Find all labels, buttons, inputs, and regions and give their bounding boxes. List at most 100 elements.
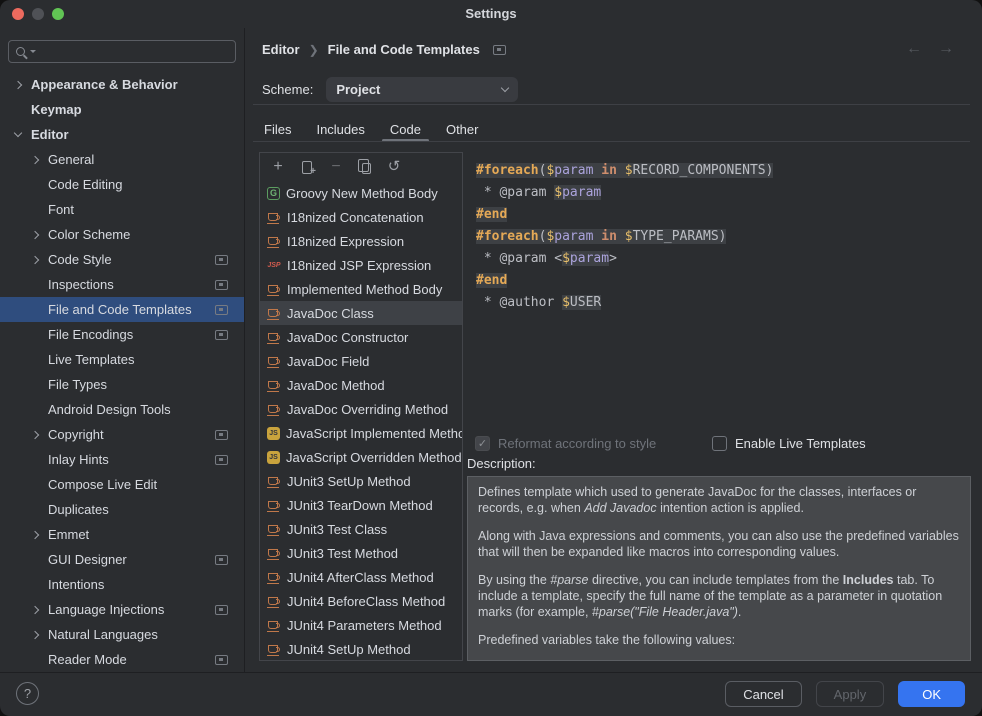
- sidebar-item-label: Compose Live Edit: [48, 477, 157, 492]
- reset-template-icon[interactable]: ↺: [386, 159, 402, 175]
- sidebar-item-live-templates[interactable]: Live Templates: [0, 347, 244, 372]
- ok-button[interactable]: OK: [898, 681, 965, 707]
- search-input[interactable]: [37, 44, 235, 59]
- tab-other[interactable]: Other: [437, 117, 488, 141]
- sidebar-item-editor[interactable]: Editor: [0, 122, 244, 147]
- tab-files[interactable]: Files: [255, 117, 300, 141]
- apply-button[interactable]: Apply: [816, 681, 885, 707]
- template-item[interactable]: JUnit3 TearDown Method: [260, 493, 462, 517]
- sidebar-item-emmet[interactable]: Emmet: [0, 522, 244, 547]
- template-item-label: JavaDoc Field: [287, 354, 369, 369]
- sidebar-item-label: Code Editing: [48, 177, 122, 192]
- chevron-down-icon: [501, 84, 509, 92]
- breadcrumb-separator-icon: ❯: [309, 43, 319, 57]
- sidebar-item-gui-designer[interactable]: GUI Designer: [0, 547, 244, 572]
- description-paragraph: Along with Java expressions and comments…: [478, 528, 960, 560]
- create-template-icon[interactable]: [299, 159, 315, 175]
- chevron-right-icon[interactable]: [30, 632, 48, 638]
- template-item-label: JavaScript Implemented Method: [286, 426, 462, 441]
- sidebar-item-intentions[interactable]: Intentions: [0, 572, 244, 597]
- scheme-select[interactable]: Project: [326, 77, 518, 102]
- sidebar-item-color-scheme[interactable]: Color Scheme: [0, 222, 244, 247]
- sidebar-item-file-encodings[interactable]: File Encodings: [0, 322, 244, 347]
- chevron-right-icon[interactable]: [30, 232, 48, 238]
- sidebar-item-inlay-hints[interactable]: Inlay Hints: [0, 447, 244, 472]
- sidebar-item-label: Android Design Tools: [48, 402, 171, 417]
- template-item[interactable]: JSJavaScript Implemented Method: [260, 421, 462, 445]
- template-item[interactable]: JSJavaScript Overridden Method: [260, 445, 462, 469]
- forward-button[interactable]: →: [938, 41, 954, 57]
- sidebar-item-reader-mode[interactable]: Reader Mode: [0, 647, 244, 672]
- cancel-button[interactable]: Cancel: [725, 681, 801, 707]
- template-item-label: JUnit4 Parameters Method: [287, 618, 442, 633]
- template-item-label: Groovy New Method Body: [286, 186, 438, 201]
- template-item[interactable]: JUnit3 Test Method: [260, 541, 462, 565]
- template-item[interactable]: I18nized Expression: [260, 229, 462, 253]
- sidebar-item-inspections[interactable]: Inspections: [0, 272, 244, 297]
- template-item[interactable]: JUnit3 Test Class: [260, 517, 462, 541]
- template-item[interactable]: JUnit4 BeforeClass Method: [260, 589, 462, 613]
- project-level-indicator-icon: [215, 255, 228, 265]
- sidebar-item-code-style[interactable]: Code Style: [0, 247, 244, 272]
- template-item[interactable]: I18nized Concatenation: [260, 205, 462, 229]
- chevron-right-icon[interactable]: [30, 432, 48, 438]
- chevron-right-icon[interactable]: [30, 257, 48, 263]
- template-item-label: JUnit4 BeforeClass Method: [287, 594, 445, 609]
- tab-includes[interactable]: Includes: [307, 117, 373, 141]
- java-file-icon: [267, 642, 281, 656]
- template-item[interactable]: Implemented Method Body: [260, 277, 462, 301]
- sidebar-item-duplicates[interactable]: Duplicates: [0, 497, 244, 522]
- sidebar-item-label: Keymap: [31, 102, 82, 117]
- project-level-indicator-icon: [215, 655, 228, 665]
- template-item[interactable]: JUnit4 AfterClass Method: [260, 565, 462, 589]
- search-options-chevron-icon[interactable]: [30, 50, 36, 53]
- settings-search-field[interactable]: [8, 40, 236, 63]
- template-item[interactable]: JavaDoc Constructor: [260, 325, 462, 349]
- sidebar-item-android-design-tools[interactable]: Android Design Tools: [0, 397, 244, 422]
- template-item[interactable]: JavaDoc Field: [260, 349, 462, 373]
- sidebar-item-keymap[interactable]: Keymap: [0, 97, 244, 122]
- duplicate-template-icon[interactable]: [357, 159, 373, 175]
- java-file-icon: [267, 522, 281, 536]
- breadcrumb-editor[interactable]: Editor: [262, 42, 300, 57]
- template-item-label: JUnit3 Test Class: [287, 522, 387, 537]
- add-template-icon[interactable]: +: [270, 159, 286, 175]
- template-item[interactable]: JUnit3 SetUp Method: [260, 469, 462, 493]
- sidebar-item-file-and-code-templates[interactable]: File and Code Templates: [0, 297, 244, 322]
- description-paragraph: By using the #parse directive, you can i…: [478, 572, 960, 620]
- template-editor[interactable]: #foreach($param in $RECORD_COMPONENTS) *…: [467, 155, 971, 430]
- groovy-file-icon: G: [267, 187, 280, 200]
- back-button[interactable]: ←: [906, 41, 922, 57]
- sidebar-item-code-editing[interactable]: Code Editing: [0, 172, 244, 197]
- help-button[interactable]: ?: [16, 682, 39, 705]
- template-item[interactable]: JavaDoc Class: [260, 301, 462, 325]
- sidebar-item-copyright[interactable]: Copyright: [0, 422, 244, 447]
- chevron-right-icon[interactable]: [30, 607, 48, 613]
- tab-code[interactable]: Code: [381, 117, 430, 141]
- template-item[interactable]: JavaDoc Overriding Method: [260, 397, 462, 421]
- sidebar-item-font[interactable]: Font: [0, 197, 244, 222]
- sidebar-item-label: Editor: [31, 127, 69, 142]
- template-item[interactable]: JUnit4 SetUp Method: [260, 637, 462, 661]
- template-item-label: Implemented Method Body: [287, 282, 442, 297]
- sidebar-item-appearance-behavior[interactable]: Appearance & Behavior: [0, 72, 244, 97]
- breadcrumb-file-and-code-templates[interactable]: File and Code Templates: [328, 42, 480, 57]
- chevron-right-icon[interactable]: [13, 82, 31, 88]
- sidebar-item-compose-live-edit[interactable]: Compose Live Edit: [0, 472, 244, 497]
- sidebar-item-file-types[interactable]: File Types: [0, 372, 244, 397]
- chevron-right-icon[interactable]: [30, 157, 48, 163]
- template-item[interactable]: JSPI18nized JSP Expression: [260, 253, 462, 277]
- template-item[interactable]: G Groovy New Method Body: [260, 181, 462, 205]
- template-list-toolbar: + − ↺: [260, 153, 462, 181]
- reformat-checkbox[interactable]: ✓: [475, 436, 490, 451]
- template-item[interactable]: JUnit4 Parameters Method: [260, 613, 462, 637]
- remove-template-icon[interactable]: −: [328, 159, 344, 175]
- template-item[interactable]: JavaDoc Method: [260, 373, 462, 397]
- sidebar-item-natural-languages[interactable]: Natural Languages: [0, 622, 244, 647]
- enable-live-templates-checkbox[interactable]: [712, 436, 727, 451]
- chevron-down-icon[interactable]: [13, 133, 31, 136]
- sidebar-item-label: GUI Designer: [48, 552, 127, 567]
- chevron-right-icon[interactable]: [30, 532, 48, 538]
- sidebar-item-general[interactable]: General: [0, 147, 244, 172]
- sidebar-item-language-injections[interactable]: Language Injections: [0, 597, 244, 622]
